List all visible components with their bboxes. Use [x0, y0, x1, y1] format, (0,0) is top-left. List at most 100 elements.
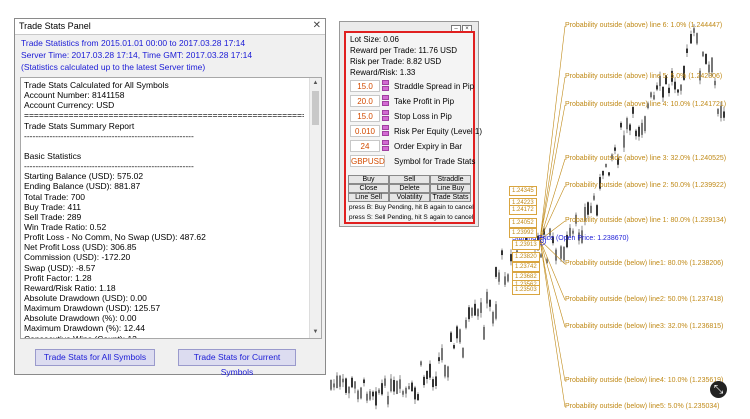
stats-line: [24, 141, 304, 151]
straddle-button[interactable]: Straddle: [430, 175, 471, 184]
candle-body: [477, 309, 479, 317]
stats-line: Trade Stats Summary Report: [24, 120, 135, 131]
level-below-label: Probability outside (below) line3: 32.0%…: [565, 323, 724, 330]
candle-body: [560, 246, 562, 259]
press-b-hint: press B: Buy Pending, hit B again to can…: [349, 204, 474, 211]
order-expiry-input[interactable]: 24: [350, 140, 380, 152]
take-profit-input[interactable]: 20.0: [350, 95, 380, 107]
candle-body: [644, 116, 646, 132]
candle-body: [623, 135, 625, 148]
straddle-spread-stepper[interactable]: [382, 80, 389, 92]
candle-body: [650, 92, 652, 98]
candle-body: [705, 53, 707, 64]
candle-body: [492, 312, 494, 324]
candle-body: [653, 95, 655, 100]
candle-body: [408, 386, 410, 390]
candle-body: [668, 87, 670, 94]
sell-button[interactable]: Sell: [389, 175, 430, 184]
stats-line: Absolute Drawdown (USD): 0.00: [24, 292, 147, 303]
stop-loss-stepper[interactable]: [382, 110, 389, 122]
candle-body: [696, 33, 698, 44]
candle-body: [620, 122, 622, 128]
scroll-thumb[interactable]: [312, 91, 319, 125]
candle-body: [656, 85, 658, 90]
risk-per-equity-stepper[interactable]: [382, 125, 389, 137]
stats-line: Swap (USD): -8.57: [24, 262, 96, 273]
level-above-label: Probability outside (above) line 3: 32.0…: [565, 155, 727, 162]
candle-body: [369, 391, 371, 400]
reward-per-trade-text: Reward per Trade: 11.76 USD: [350, 46, 458, 55]
symbol-input[interactable]: GBPUSD: [350, 155, 385, 167]
press-s-hint: press S: Sell Pending, hit S again to ca…: [349, 214, 474, 221]
stats-all-symbols-button[interactable]: Trade Stats for All Symbols: [35, 349, 155, 366]
stats-panel-titlebar[interactable]: Trade Stats Panel ✕: [15, 19, 325, 35]
trade-control-panel[interactable]: – × Lot Size: 0.06 Reward per Trade: 11.7…: [339, 21, 483, 227]
candle-body: [396, 380, 398, 394]
candle-body: [714, 80, 716, 86]
trade-stats-button[interactable]: Trade Stats: [430, 193, 471, 202]
risk-per-equity-label: Risk Per Equity (Level 1): [394, 127, 483, 136]
candle-body: [572, 230, 574, 234]
straddle-spread-input[interactable]: 15.0: [350, 80, 380, 92]
level-above-label: Probability outside (above) line 5: 5.0%…: [565, 73, 723, 80]
candle-body: [435, 376, 437, 386]
stats-line: Profit Loss - No Comm, No Swap (USD): 48…: [24, 232, 206, 243]
candle-body: [447, 366, 449, 378]
candle-body: [342, 378, 344, 383]
stats-report-list[interactable]: Trade Stats Calculated for All Symbols Ac…: [20, 77, 322, 339]
candle-body: [602, 170, 604, 176]
candle-body: [674, 81, 676, 90]
stats-line: Net Profit Loss (USD): 306.85: [24, 242, 137, 253]
lot-size-text: Lot Size: 0.06: [350, 35, 399, 44]
candle-body: [411, 382, 413, 392]
risk-per-equity-input[interactable]: 0.010: [350, 125, 380, 137]
take-profit-label: Take Profit in Pip: [394, 97, 455, 106]
candle-body: [480, 302, 482, 313]
candle-body: [423, 376, 425, 386]
candle-body: [498, 272, 500, 282]
candle-body: [483, 326, 485, 340]
scroll-up-icon[interactable]: ▲: [310, 78, 321, 89]
volatility-button[interactable]: Volatility: [389, 193, 430, 202]
stats-current-symbol-button[interactable]: Trade Stats for Current Symbols: [178, 349, 296, 377]
stats-line: Reward/Risk Ratio: 1.18: [24, 282, 116, 293]
buy-button[interactable]: Buy: [348, 175, 389, 184]
line-sell-button[interactable]: Line Sell: [348, 193, 389, 202]
level-above-label-connector: [539, 25, 566, 241]
line-buy-button[interactable]: Line Buy: [430, 184, 471, 193]
candle-body: [354, 381, 356, 389]
level-below-label: Probability outside (below) line5: 5.0% …: [565, 403, 720, 410]
level-above-label: Probability outside (above) line 4: 10.0…: [565, 101, 727, 108]
candle-body: [495, 304, 497, 319]
level-above-label: Probability outside (above) line 2: 50.0…: [565, 182, 727, 189]
zoom-icon[interactable]: ⤡: [710, 381, 727, 398]
delete-orders-button[interactable]: Delete Orders: [389, 184, 430, 200]
candle-body: [366, 393, 368, 401]
candle-body: [438, 357, 440, 362]
order-expiry-label: Order Expiry in Bar: [394, 142, 463, 151]
candle-body: [563, 246, 565, 261]
close-orders-button[interactable]: Close Orders: [348, 184, 389, 200]
price-level-box: 1.23913: [512, 240, 540, 250]
candle-body: [495, 267, 497, 277]
candle-body: [450, 332, 452, 342]
scroll-down-icon[interactable]: ▼: [310, 327, 321, 338]
stats-line: Win Trade Ratio: 0.52: [24, 221, 107, 232]
order-expiry-stepper[interactable]: [382, 140, 389, 152]
candle-body: [399, 379, 401, 389]
trade-stats-panel[interactable]: Trade Stats Panel ✕ Trade Statistics fro…: [14, 18, 326, 377]
price-level-box: 1.24052: [509, 218, 537, 228]
candle-body: [351, 377, 353, 388]
take-profit-stepper[interactable]: [382, 95, 389, 107]
stop-loss-input[interactable]: 15.0: [350, 110, 380, 122]
candle-body: [357, 390, 359, 400]
level-above-label: Probability outside (above) line 1: 80.0…: [565, 217, 727, 224]
level-above-label-connector: [539, 76, 566, 241]
candle-body: [626, 118, 628, 130]
scrollbar[interactable]: ▲ ▼: [309, 78, 321, 338]
close-icon[interactable]: ✕: [313, 20, 321, 31]
candle-body: [336, 375, 338, 388]
candle-body: [375, 391, 377, 406]
candle-body: [593, 195, 595, 200]
candle-body: [387, 395, 389, 405]
